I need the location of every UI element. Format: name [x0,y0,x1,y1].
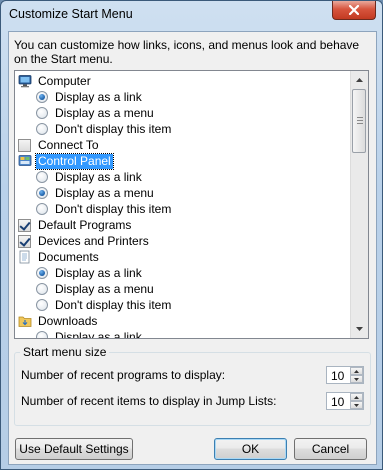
checkbox-option[interactable]: Default Programs [18,217,133,233]
recent-items-label: Number of recent items to display in Jum… [21,394,277,408]
radio-option[interactable]: Display as a link [36,169,144,185]
start-menu-size-group: Start menu size Number of recent program… [14,345,371,426]
title-bar[interactable]: Customize Start Menu [1,1,382,31]
arrow-up-icon [356,78,363,82]
tree-category[interactable]: Downloads [18,313,99,329]
radio-option[interactable]: Don't display this item [36,297,173,313]
checkbox[interactable] [18,218,31,232]
cancel-button[interactable]: Cancel [294,438,367,460]
radio-button[interactable] [36,123,48,135]
group-title: Start menu size [20,345,110,359]
close-button[interactable] [332,1,376,20]
radio-button[interactable] [36,283,48,295]
radio-option[interactable]: Don't display this item [36,121,173,137]
radio-button[interactable] [36,107,48,119]
recent-programs-value[interactable]: 10 [331,369,344,383]
radio-label: Don't display this item [55,121,172,136]
arrow-up-icon [354,369,359,373]
checkbox[interactable] [18,234,31,248]
radio-option[interactable]: Don't display this item [36,201,173,217]
scroll-thumb[interactable] [352,89,366,153]
dialog-body: You can customize how links, icons, and … [8,31,377,465]
documents-icon [18,250,32,264]
customize-start-menu-dialog: Customize Start Menu You can customize h… [0,0,383,470]
grip-line [357,120,363,121]
checkbox[interactable] [18,138,31,152]
spin-buttons [350,393,363,409]
checkbox-label: Connect To [38,137,99,152]
computer-icon [18,74,32,88]
checkbox-option[interactable]: Devices and Printers [18,233,151,249]
radio-button[interactable] [36,171,48,183]
recent-programs-row: Number of recent programs to display: [21,365,225,385]
use-default-settings-button[interactable]: Use Default Settings [15,438,133,460]
radio-label: Don't display this item [55,297,172,312]
scroll-up-button[interactable] [352,72,367,88]
description-text: You can customize how links, icons, and … [14,38,360,66]
category-label: Computer [38,73,91,88]
spin-down-button[interactable] [350,375,363,383]
radio-label: Display as a menu [55,105,154,120]
checkbox-label: Devices and Printers [38,233,149,248]
radio-label: Display as a link [55,169,142,184]
radio-button[interactable] [36,203,48,215]
radio-label: Display as a link [55,329,142,339]
radio-option[interactable]: Display as a link [36,265,144,281]
grip-line [357,117,363,118]
category-label: Downloads [38,313,98,328]
recent-items-spinner[interactable]: 10 [326,392,364,410]
category-label: Control Panel [35,152,114,170]
checkbox-label: Default Programs [38,217,132,232]
arrow-down-icon [354,377,359,381]
radio-label: Don't display this item [55,201,172,216]
radio-label: Display as a link [55,265,142,280]
vertical-scrollbar[interactable] [350,71,368,338]
radio-label: Display as a link [55,89,142,104]
recent-items-value[interactable]: 10 [331,395,344,409]
spin-down-button[interactable] [350,401,363,409]
checkbox-option[interactable]: Connect To [18,137,101,153]
arrow-down-icon [354,403,359,407]
tree-category[interactable]: Control Panel [18,152,114,170]
downloads-icon [18,314,32,328]
window-title: Customize Start Menu [9,7,133,21]
arrow-up-icon [354,395,359,399]
close-icon [349,5,359,15]
recent-items-row: Number of recent items to display in Jum… [21,391,276,411]
radio-label: Display as a menu [55,185,154,200]
scroll-down-button[interactable] [352,321,367,337]
spin-up-button[interactable] [350,393,363,401]
spin-up-button[interactable] [350,367,363,375]
radio-option[interactable]: Display as a menu [36,105,156,121]
radio-option[interactable]: Display as a link [36,329,144,339]
tree-category[interactable]: Documents [18,249,101,265]
tree-category[interactable]: Computer [18,73,93,89]
radio-button[interactable] [36,91,48,103]
radio-button[interactable] [36,331,48,338]
spin-buttons [350,367,363,383]
radio-option[interactable]: Display as a menu [36,281,156,297]
radio-option[interactable]: Display as a link [36,89,144,105]
control-panel-icon [18,154,32,168]
recent-programs-label: Number of recent programs to display: [21,368,226,382]
radio-option[interactable]: Display as a menu [36,185,156,201]
arrow-down-icon [356,327,363,331]
radio-button[interactable] [36,267,48,279]
radio-button[interactable] [36,299,48,311]
grip-line [357,123,363,124]
category-label: Documents [38,249,99,264]
start-menu-items-list[interactable]: Computer Display as a link Display as a me… [14,70,369,339]
recent-programs-spinner[interactable]: 10 [326,366,364,384]
ok-button[interactable]: OK [214,438,287,460]
radio-button[interactable] [36,187,48,199]
radio-label: Display as a menu [55,281,154,296]
